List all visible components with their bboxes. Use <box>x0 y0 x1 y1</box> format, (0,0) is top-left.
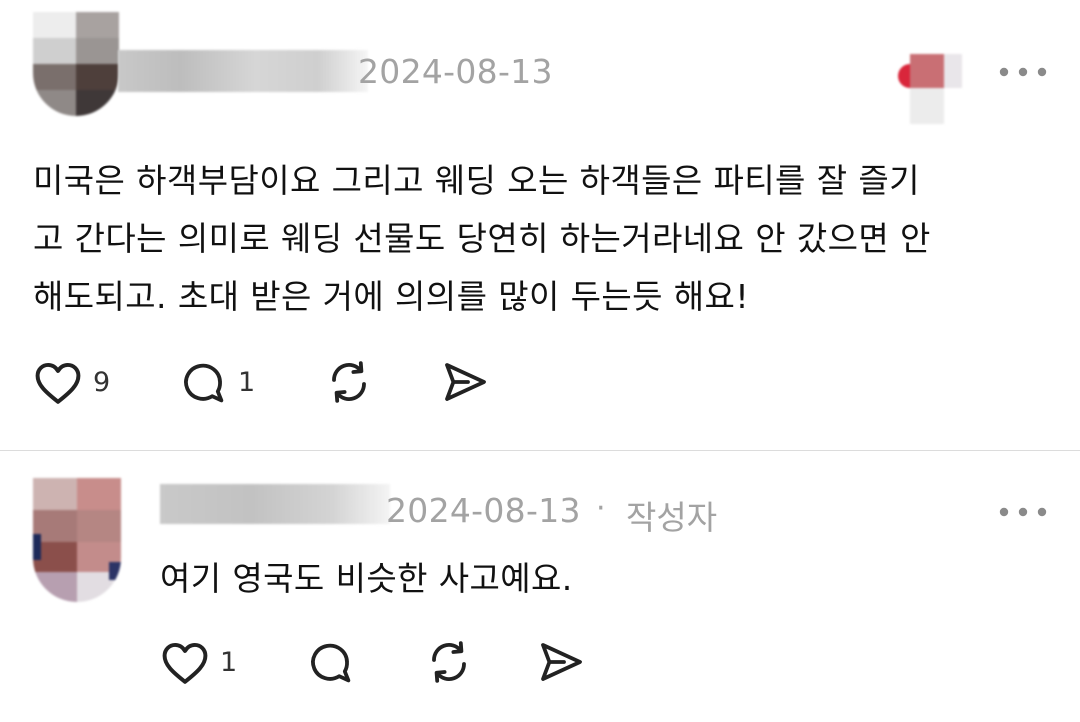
heart-icon <box>35 362 81 404</box>
repost-icon <box>432 641 466 683</box>
reply-button[interactable] <box>305 638 423 686</box>
reply-actions: 1 <box>160 638 585 686</box>
thread-page: 2024-08-13 미국은 하객부담이요 그리고 웨딩 오는 하객들은 파티를… <box>0 0 1080 722</box>
share-icon <box>541 643 582 681</box>
like-count: 1 <box>220 646 238 678</box>
reply-body: 여기 영국도 비슷한 사고예요. <box>160 559 573 598</box>
post: 2024-08-13 미국은 하객부담이요 그리고 웨딩 오는 하객들은 파티를… <box>0 0 1080 450</box>
divider <box>0 450 1080 451</box>
post-line: 고 간다는 의미로 웨딩 선물도 당연히 하는거라네요 안 갔으면 안 <box>33 219 931 258</box>
reply-avatar[interactable] <box>33 478 121 602</box>
repost-button[interactable] <box>423 638 537 686</box>
comment-icon <box>311 643 351 683</box>
like-button[interactable]: 1 <box>160 639 305 685</box>
more-icon <box>999 67 1047 77</box>
redacted-username[interactable] <box>160 484 390 524</box>
author-badge: 작성자 <box>626 498 718 537</box>
share-button[interactable] <box>537 640 585 684</box>
post-line: 해도되고. 초대 받은 거에 의의를 많이 두는듯 해요! <box>33 277 749 316</box>
post-body: 미국은 하객부담이요 그리고 웨딩 오는 하객들은 파티를 잘 즐기 고 간다는… <box>33 152 1043 326</box>
more-options-button[interactable] <box>994 52 1052 92</box>
meta-separator: · <box>596 491 606 526</box>
repost-button[interactable] <box>323 358 441 406</box>
like-button[interactable]: 9 <box>33 359 178 405</box>
post-line: 미국은 하객부담이요 그리고 웨딩 오는 하객들은 파티를 잘 즐기 <box>33 161 920 200</box>
reply-date: 2024-08-13 <box>386 491 581 530</box>
reply-count: 1 <box>238 366 256 398</box>
post-actions: 9 1 <box>33 358 489 406</box>
reply-more-options-button[interactable] <box>994 492 1052 532</box>
post-date: 2024-08-13 <box>358 52 553 91</box>
share-button[interactable] <box>441 360 489 404</box>
share-icon <box>445 363 486 401</box>
reposter-avatar[interactable] <box>898 50 962 126</box>
heart-icon <box>162 642 208 684</box>
more-icon <box>999 507 1047 517</box>
repost-icon <box>332 361 366 403</box>
redacted-username[interactable] <box>118 50 368 92</box>
avatar[interactable] <box>33 12 119 116</box>
comment-icon <box>184 363 224 403</box>
reply-button[interactable]: 1 <box>178 358 323 406</box>
like-count: 9 <box>93 366 111 398</box>
